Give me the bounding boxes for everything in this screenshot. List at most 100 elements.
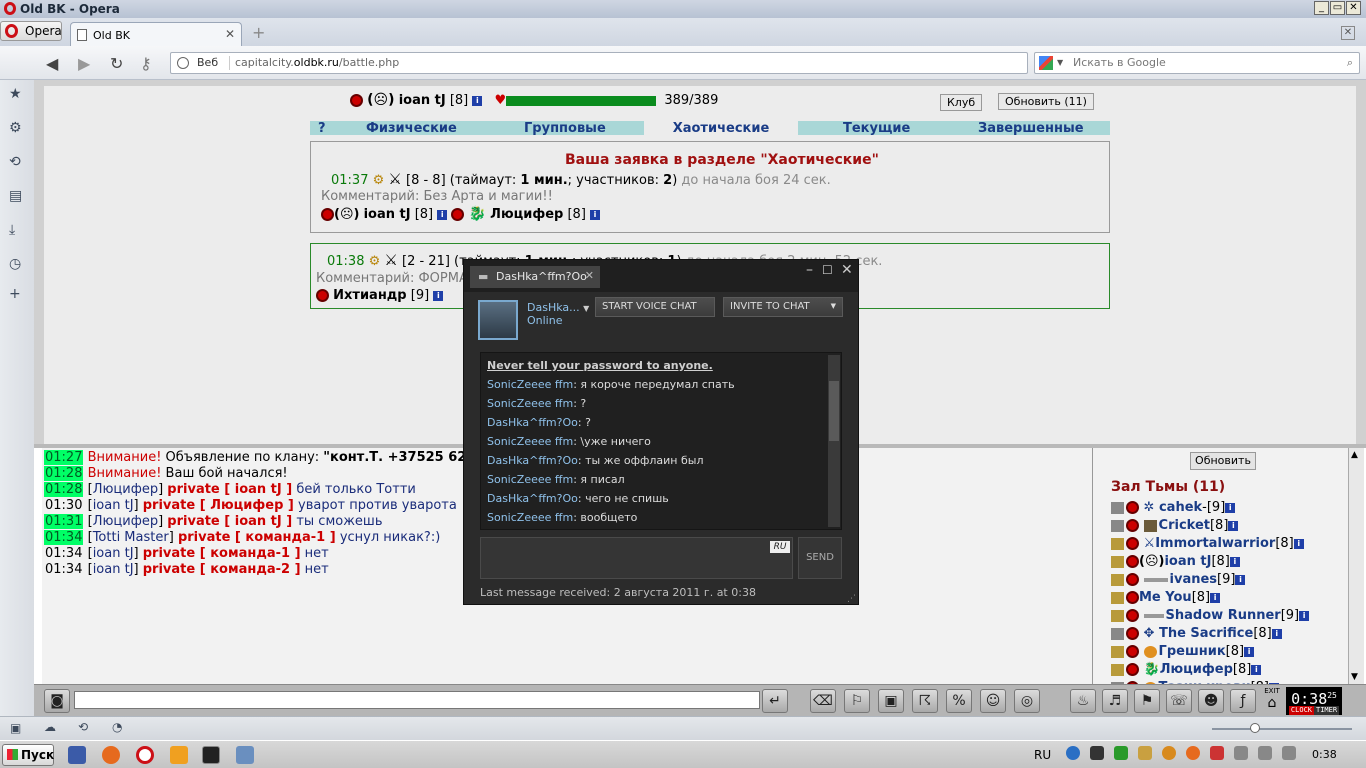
tray-icon[interactable] bbox=[1162, 746, 1176, 760]
start-voice-chat-button[interactable]: START VOICE CHAT bbox=[595, 297, 715, 317]
info-icon[interactable]: i bbox=[437, 209, 448, 220]
exit-button[interactable]: EXIT ⌂ bbox=[1260, 687, 1284, 715]
player-list-item[interactable]: ivanes[9] i bbox=[1111, 572, 1246, 587]
player-list-item[interactable]: (☹)ioan tJ[8] i bbox=[1111, 554, 1240, 569]
player-list-item[interactable]: ⚔Immortalwarrior[8] i bbox=[1111, 536, 1304, 551]
save-icon[interactable]: ▣ bbox=[878, 689, 904, 713]
steam-icon[interactable] bbox=[202, 746, 220, 764]
history-icon[interactable]: ◷ bbox=[9, 256, 21, 272]
friends-icon[interactable]: ☻ bbox=[1198, 689, 1224, 713]
player-name[interactable]: ioan tJ bbox=[399, 93, 446, 108]
turbo-icon[interactable]: ☁ bbox=[44, 720, 56, 734]
tray-icon[interactable] bbox=[1186, 746, 1200, 760]
gear-icon[interactable]: ⚙ bbox=[9, 120, 22, 136]
key-icon[interactable]: ⚷ bbox=[140, 54, 152, 73]
minimize-button[interactable]: _ bbox=[1314, 1, 1329, 15]
address-bar[interactable]: Веб capitalcity.oldbk.ru/battle.php bbox=[170, 52, 1028, 74]
close-tab-icon[interactable]: ✕ bbox=[225, 27, 235, 41]
filter-icon[interactable]: ⚐ bbox=[844, 689, 870, 713]
potion-icon[interactable]: ♨ bbox=[1070, 689, 1096, 713]
tray-icon[interactable] bbox=[1210, 746, 1224, 760]
fighter-name[interactable]: Ихтиандр bbox=[333, 288, 406, 303]
tab-chaotic[interactable]: Хаотические bbox=[644, 121, 798, 136]
close-window-button[interactable]: ✕ bbox=[1346, 1, 1361, 15]
panel-toggle-icon[interactable]: ▣ bbox=[10, 721, 21, 735]
smiley-icon[interactable]: ☺ bbox=[980, 689, 1006, 713]
music-icon[interactable]: ♬ bbox=[1102, 689, 1128, 713]
start-button[interactable]: Пуск bbox=[2, 744, 54, 766]
player-list-item[interactable]: Me You[8] i bbox=[1111, 590, 1221, 605]
camera-icon[interactable]: ◙ bbox=[44, 689, 70, 713]
friend-avatar[interactable] bbox=[478, 300, 518, 340]
clock-label[interactable]: CLOCK bbox=[1288, 706, 1314, 715]
add-panel-icon[interactable]: + bbox=[9, 286, 21, 302]
player-list-item[interactable]: Cricket[8] i bbox=[1111, 518, 1239, 533]
volume-icon[interactable] bbox=[1258, 746, 1272, 760]
notes-icon[interactable]: ▤ bbox=[9, 188, 22, 204]
player-list-item[interactable]: Shadow Runner[9] i bbox=[1111, 608, 1310, 623]
opera-menu-button[interactable]: Opera bbox=[0, 21, 62, 41]
scrollbar-thumb[interactable] bbox=[829, 381, 839, 441]
forward-icon[interactable]: ▶ bbox=[78, 54, 90, 73]
boot-icon[interactable]: ⚑ bbox=[1134, 689, 1160, 713]
new-tab-button[interactable]: + bbox=[252, 25, 272, 42]
running-man-icon[interactable]: ☈ bbox=[912, 689, 938, 713]
crossed-swords-icon[interactable]: ⚔ bbox=[388, 170, 401, 188]
zoom-slider[interactable] bbox=[1212, 728, 1352, 730]
chat-input[interactable] bbox=[74, 691, 760, 709]
eraser-icon[interactable]: ⌫ bbox=[810, 689, 836, 713]
close-icon[interactable]: ✕ bbox=[841, 262, 853, 278]
network-icon[interactable] bbox=[1282, 746, 1296, 760]
minimize-icon[interactable]: – bbox=[806, 262, 813, 278]
downloads-icon[interactable]: ⤓ bbox=[9, 222, 15, 238]
close-tab-icon[interactable]: ✕ bbox=[585, 269, 594, 282]
tab-group[interactable]: Групповые bbox=[524, 121, 606, 136]
maximize-button[interactable]: ▭ bbox=[1330, 1, 1345, 15]
player-list-item[interactable]: ✲ cahek-[9] i bbox=[1111, 500, 1236, 515]
maximize-icon[interactable]: ☐ bbox=[822, 263, 833, 277]
scroll-lock-icon[interactable]: ◎ bbox=[1014, 689, 1040, 713]
zoom-slider-thumb[interactable] bbox=[1250, 723, 1260, 733]
chevron-down-icon[interactable]: ▼ bbox=[583, 304, 589, 313]
unite-status-icon[interactable]: ⟲ bbox=[78, 720, 88, 734]
player-list-item[interactable]: 🐉Люцифер[8] i bbox=[1111, 662, 1262, 677]
refresh-button[interactable]: Обновить (11) bbox=[998, 93, 1094, 110]
info-icon[interactable]: i bbox=[433, 290, 444, 301]
resize-grip-icon[interactable]: ⋰ bbox=[847, 594, 856, 604]
tab-physical[interactable]: Физические bbox=[366, 121, 457, 136]
tray-steam-icon[interactable] bbox=[1090, 746, 1104, 760]
scroll-up-icon[interactable]: ▲ bbox=[1351, 450, 1358, 460]
opera-icon[interactable] bbox=[136, 746, 154, 764]
steam-chat-tab[interactable]: ▬ DasHka^ffm?Oo ✕ bbox=[470, 266, 600, 288]
search-field[interactable]: ▼ Искать в Google ⌕ bbox=[1034, 52, 1360, 74]
forum-icon[interactable]: ƒ bbox=[1230, 689, 1256, 713]
player-list-item[interactable]: Грешник[8] i bbox=[1111, 644, 1255, 659]
taskbar-clock[interactable]: 0:38 bbox=[1312, 748, 1337, 761]
club-button[interactable]: Клуб bbox=[940, 94, 983, 111]
window-icon[interactable] bbox=[236, 746, 254, 764]
player-list-item[interactable]: ✥ The Sacrifice[8] i bbox=[1111, 626, 1282, 641]
bookmarks-star-icon[interactable]: ★ bbox=[9, 86, 22, 102]
back-icon[interactable]: ◀ bbox=[46, 54, 58, 73]
firefox-icon[interactable] bbox=[102, 746, 120, 764]
closed-tabs-icon[interactable]: ✕ bbox=[1341, 26, 1355, 40]
tab-current[interactable]: Текущие bbox=[843, 121, 910, 136]
send-button[interactable]: SEND bbox=[798, 537, 842, 579]
unite-icon[interactable]: ⟲ bbox=[9, 154, 21, 170]
save-icon[interactable] bbox=[68, 746, 86, 764]
tab-finished[interactable]: Завершенные bbox=[978, 121, 1084, 136]
friend-info[interactable]: DasHka... ▼ Online bbox=[527, 302, 589, 327]
scroll-down-icon[interactable]: ▼ bbox=[1351, 672, 1358, 682]
percent-icon[interactable]: % bbox=[946, 689, 972, 713]
steam-message-input[interactable] bbox=[480, 537, 793, 579]
room-scrollbar[interactable]: ▲ ▼ bbox=[1348, 448, 1364, 684]
send-enter-icon[interactable]: ↵ bbox=[762, 689, 788, 713]
fighter-name[interactable]: ioan tJ bbox=[364, 207, 411, 222]
room-refresh-button[interactable]: Обновить bbox=[1190, 452, 1256, 470]
tray-icon[interactable] bbox=[1066, 746, 1080, 760]
tray-icon[interactable] bbox=[1114, 746, 1128, 760]
crossed-swords-icon[interactable]: ⚔ bbox=[384, 251, 397, 269]
phone-icon[interactable]: ☏ bbox=[1166, 689, 1192, 713]
timer-label[interactable]: TIMER bbox=[1314, 706, 1340, 715]
media-player-icon[interactable] bbox=[170, 746, 188, 764]
